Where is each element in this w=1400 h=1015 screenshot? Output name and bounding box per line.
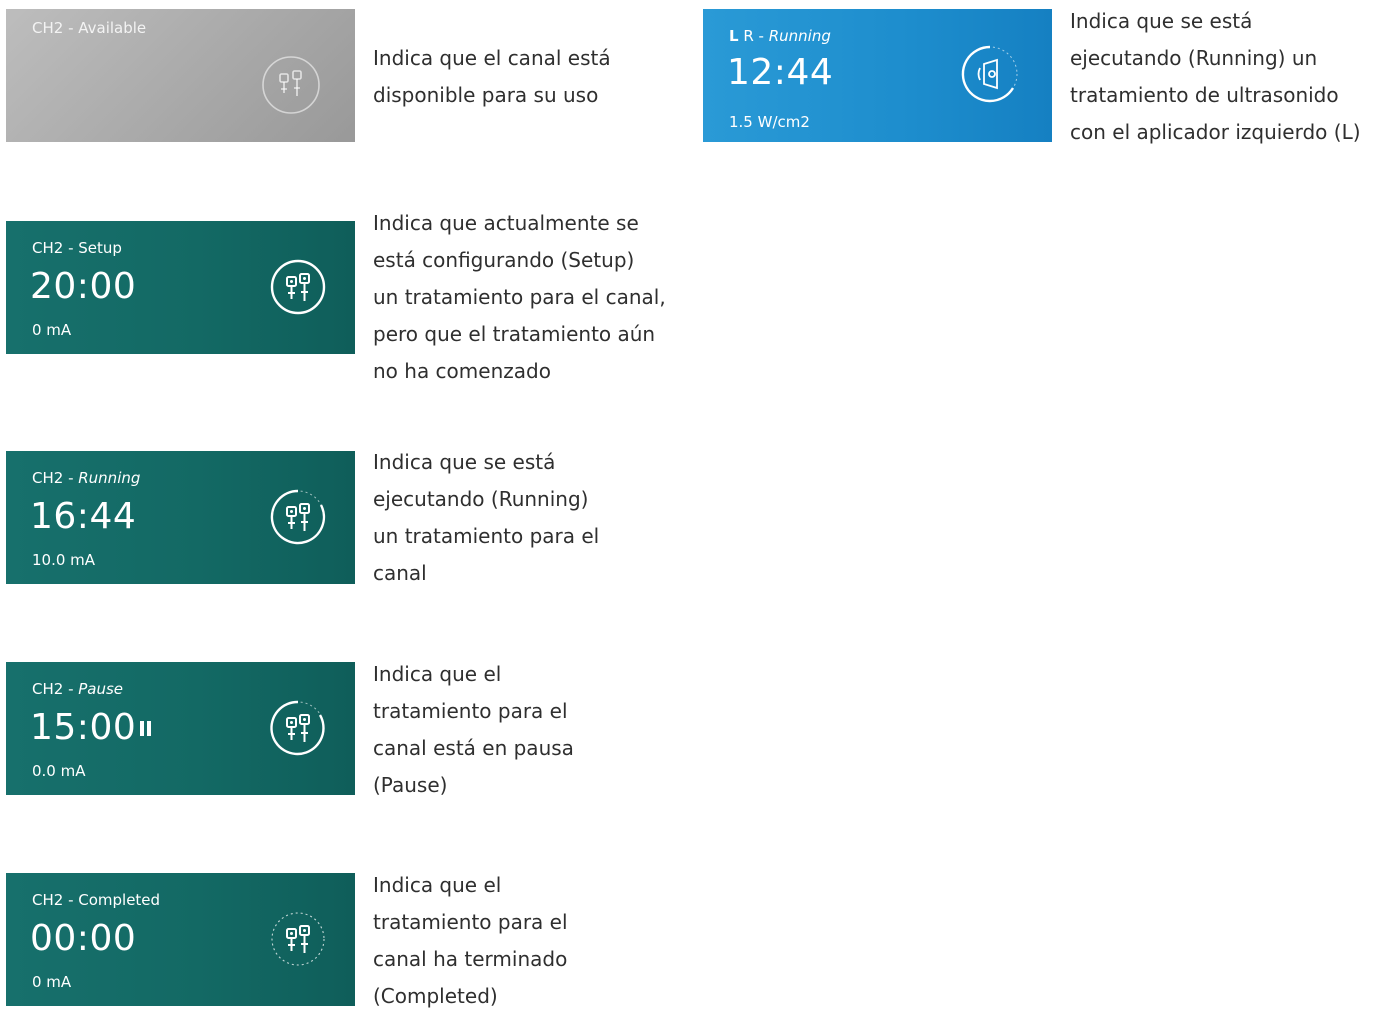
- tile-state: Setup: [78, 239, 122, 257]
- tile-timer: 12:44: [727, 52, 834, 93]
- ultrasound-icon: [961, 45, 1018, 103]
- channel-tile-setup[interactable]: CH2 - Setup 20:00 0 mA: [6, 221, 355, 354]
- applicator-left-label: L: [729, 27, 739, 45]
- ultrasound-tile-running[interactable]: L R - Running 12:44 1.5 W/cm2: [703, 9, 1052, 142]
- tile-title: CH2 - Available: [32, 19, 147, 37]
- tile-state: Pause: [78, 680, 124, 698]
- tile-intensity: 0 mA: [32, 973, 72, 991]
- description-running: Indica que se está ejecutando (Running) …: [373, 450, 600, 585]
- description-available: Indica que el canal está disponible para…: [373, 46, 611, 107]
- tile-title: CH2 - Setup: [32, 239, 122, 257]
- tile-timer: 16:44: [30, 496, 137, 537]
- electrodes-icon: [270, 489, 326, 545]
- tile-intensity: 0 mA: [32, 321, 72, 339]
- description-ultrasound-running: Indica que se está ejecutando (Running) …: [1070, 9, 1361, 144]
- description-pause: Indica que el tratamiento para el canal …: [373, 662, 574, 797]
- tile-intensity: 10.0 mA: [32, 551, 96, 569]
- channel-tile-completed[interactable]: CH2 - Completed 00:00 0 mA: [6, 873, 355, 1006]
- tile-timer: 00:00: [30, 918, 137, 959]
- tile-state: Completed: [78, 891, 161, 909]
- tile-state: Running: [78, 469, 141, 487]
- tile-intensity: 1.5 W/cm2: [729, 113, 810, 131]
- channel-tile-pause[interactable]: CH2 - Pause 15:00 0.0 mA: [6, 662, 355, 795]
- tile-state: Available: [78, 19, 147, 37]
- channel-tile-running[interactable]: CH2 - Running 16:44 10.0 mA: [6, 451, 355, 584]
- tile-title: L R - Running: [729, 27, 831, 45]
- electrodes-icon: [271, 912, 325, 966]
- tile-timer: 15:00: [30, 706, 152, 750]
- electrodes-icon: [270, 700, 325, 756]
- tile-title: CH2 - Pause: [32, 680, 124, 698]
- tile-title: CH2 - Running: [32, 469, 141, 487]
- tile-timer: 20:00: [30, 266, 137, 307]
- channel-tile-available[interactable]: CH2 - Available: [6, 9, 355, 142]
- applicator-right-label: R: [738, 27, 754, 45]
- tile-title: CH2 - Completed: [32, 891, 161, 909]
- electrodes-icon: [270, 259, 326, 315]
- description-completed: Indica que el tratamiento para el canal …: [373, 873, 568, 1008]
- description-setup: Indica que actualmente se está configura…: [373, 211, 666, 383]
- tile-state: Running: [768, 27, 831, 45]
- pause-icon: [140, 721, 152, 736]
- electrodes-icon: [262, 56, 320, 114]
- tile-intensity: 0.0 mA: [32, 762, 86, 780]
